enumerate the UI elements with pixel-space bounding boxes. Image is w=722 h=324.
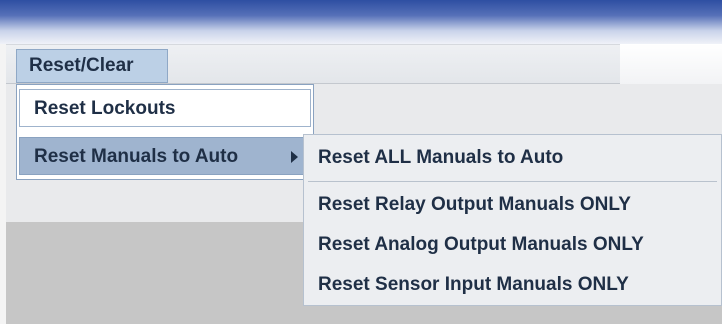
submenu-item-reset-relay-output[interactable]: Reset Relay Output Manuals ONLY bbox=[304, 187, 721, 223]
submenu-item-reset-all-manuals[interactable]: Reset ALL Manuals to Auto bbox=[304, 140, 721, 176]
submenu-separator bbox=[308, 181, 717, 182]
window-title-bar bbox=[0, 0, 722, 44]
menu-bar-filler bbox=[620, 44, 722, 84]
reset-clear-dropdown: Reset Lockouts Reset Manuals to Auto bbox=[16, 84, 314, 180]
menu-item-label: Reset Manuals to Auto bbox=[34, 146, 239, 167]
submenu-item-reset-analog-output[interactable]: Reset Analog Output Manuals ONLY bbox=[304, 227, 721, 263]
submenu-item-label: Reset Relay Output Manuals ONLY bbox=[318, 194, 631, 215]
menu-item-reset-manuals-to-auto[interactable]: Reset Manuals to Auto bbox=[19, 137, 311, 175]
menu-item-reset-lockouts[interactable]: Reset Lockouts bbox=[19, 89, 311, 127]
submenu-item-reset-sensor-input[interactable]: Reset Sensor Input Manuals ONLY bbox=[304, 267, 721, 303]
menu-item-label: Reset Lockouts bbox=[34, 98, 176, 119]
reset-manuals-submenu: Reset ALL Manuals to Auto Reset Relay Ou… bbox=[303, 134, 722, 306]
submenu-item-label: Reset Analog Output Manuals ONLY bbox=[318, 234, 644, 255]
submenu-arrow-icon bbox=[291, 151, 298, 163]
submenu-item-label: Reset ALL Manuals to Auto bbox=[318, 147, 564, 168]
submenu-item-label: Reset Sensor Input Manuals ONLY bbox=[318, 274, 629, 295]
menu-reset-clear[interactable]: Reset/Clear bbox=[16, 49, 168, 83]
